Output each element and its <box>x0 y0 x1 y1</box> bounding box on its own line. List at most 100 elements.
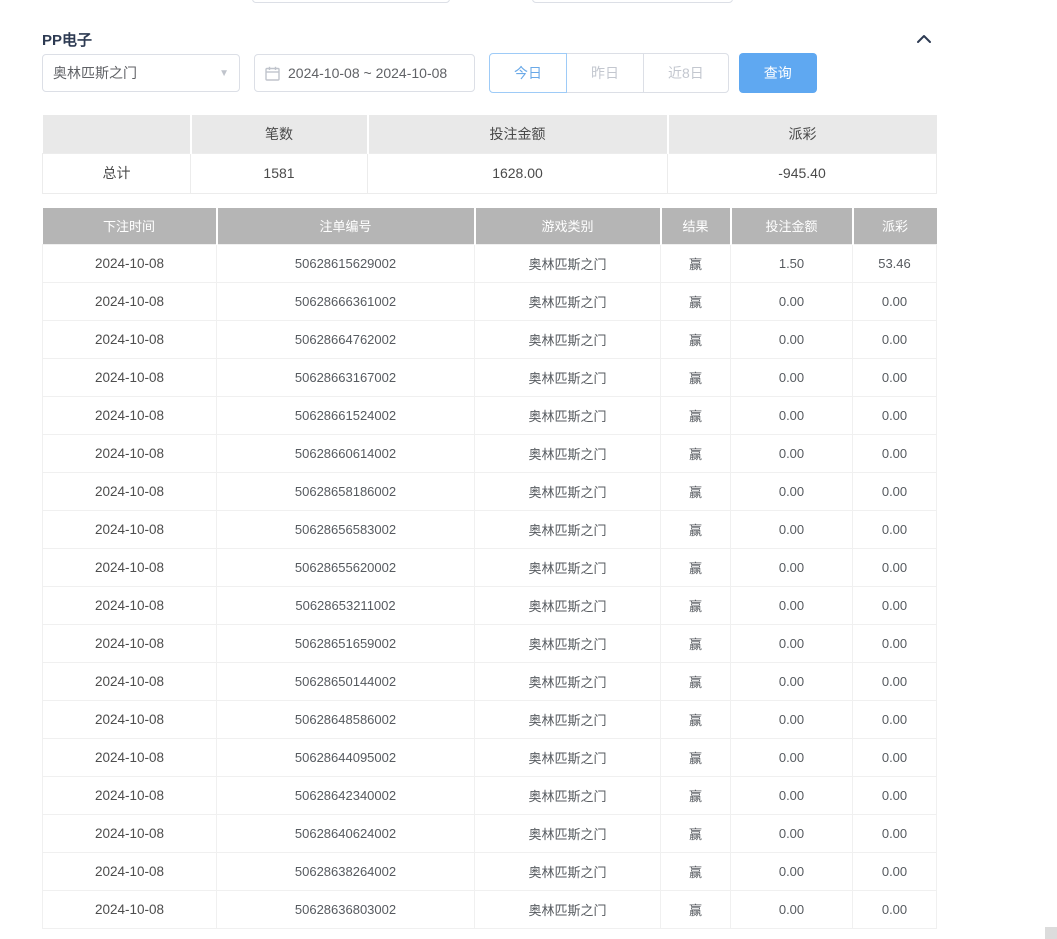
cell-payout: 0.00 <box>853 663 937 701</box>
last-8-days-button[interactable]: 近8日 <box>643 53 729 93</box>
filter-bar: 奥林匹斯之门 ▼ 2024-10-08 ~ 2024-10-08 今日 昨日 近… <box>42 53 936 93</box>
cell-bet-time: 2024-10-08 <box>43 625 217 663</box>
cell-game-type: 奥林匹斯之门 <box>475 435 661 473</box>
cell-payout: 0.00 <box>853 853 937 891</box>
summary-total-label: 总计 <box>43 153 191 193</box>
cell-game-type: 奥林匹斯之门 <box>475 245 661 283</box>
cell-payout: 0.00 <box>853 891 937 929</box>
cell-bet-id: 50628642340002 <box>217 777 475 815</box>
cell-game-type: 奥林匹斯之门 <box>475 283 661 321</box>
cell-bet-time: 2024-10-08 <box>43 397 217 435</box>
cell-payout: 0.00 <box>853 511 937 549</box>
today-button[interactable]: 今日 <box>489 53 567 93</box>
collapse-section-button[interactable] <box>912 27 936 51</box>
cell-bet-amount: 0.00 <box>731 777 853 815</box>
cell-result: 赢 <box>661 853 731 891</box>
cell-bet-time: 2024-10-08 <box>43 891 217 929</box>
cell-bet-id: 50628660614002 <box>217 435 475 473</box>
cell-result: 赢 <box>661 549 731 587</box>
cell-game-type: 奥林匹斯之门 <box>475 701 661 739</box>
chevron-down-icon: ▼ <box>219 68 229 79</box>
cell-game-type: 奥林匹斯之门 <box>475 891 661 929</box>
cell-bet-amount: 0.00 <box>731 815 853 853</box>
cell-result: 赢 <box>661 435 731 473</box>
cell-bet-time: 2024-10-08 <box>43 587 217 625</box>
cell-bet-id: 50628640624002 <box>217 815 475 853</box>
cell-game-type: 奥林匹斯之门 <box>475 739 661 777</box>
summary-header-bet-amount: 投注金额 <box>368 115 668 153</box>
cell-payout: 53.46 <box>853 245 937 283</box>
cell-result: 赢 <box>661 587 731 625</box>
cell-result: 赢 <box>661 473 731 511</box>
header-payout: 派彩 <box>853 208 937 245</box>
cell-bet-amount: 0.00 <box>731 435 853 473</box>
summary-count-value: 1581 <box>191 153 368 193</box>
cell-result: 赢 <box>661 815 731 853</box>
search-button[interactable]: 查询 <box>739 53 817 93</box>
table-row: 2024-10-08 50628651659002 奥林匹斯之门 赢 0.00 … <box>43 625 937 663</box>
cell-bet-id: 50628650144002 <box>217 663 475 701</box>
pp-electronic-section: PP电子 奥林匹斯之门 ▼ 2024-10-08 ~ 2024-10-08 今日… <box>42 0 936 929</box>
cell-result: 赢 <box>661 663 731 701</box>
cell-game-type: 奥林匹斯之门 <box>475 777 661 815</box>
cell-payout: 0.00 <box>853 435 937 473</box>
table-row: 2024-10-08 50628664762002 奥林匹斯之门 赢 0.00 … <box>43 321 937 359</box>
cell-bet-time: 2024-10-08 <box>43 283 217 321</box>
table-row: 2024-10-08 50628663167002 奥林匹斯之门 赢 0.00 … <box>43 359 937 397</box>
cell-bet-amount: 0.00 <box>731 739 853 777</box>
date-range-input[interactable]: 2024-10-08 ~ 2024-10-08 <box>254 54 475 92</box>
cell-result: 赢 <box>661 397 731 435</box>
cell-bet-id: 50628636803002 <box>217 891 475 929</box>
cell-payout: 0.00 <box>853 625 937 663</box>
cell-game-type: 奥林匹斯之门 <box>475 625 661 663</box>
cell-bet-id: 50628663167002 <box>217 359 475 397</box>
cell-result: 赢 <box>661 625 731 663</box>
cell-bet-id: 50628666361002 <box>217 283 475 321</box>
cell-game-type: 奥林匹斯之门 <box>475 397 661 435</box>
game-select-value: 奥林匹斯之门 <box>53 63 137 83</box>
cell-bet-time: 2024-10-08 <box>43 549 217 587</box>
cell-result: 赢 <box>661 321 731 359</box>
table-row: 2024-10-08 50628661524002 奥林匹斯之门 赢 0.00 … <box>43 397 937 435</box>
cell-payout: 0.00 <box>853 587 937 625</box>
cell-bet-id: 50628661524002 <box>217 397 475 435</box>
cell-result: 赢 <box>661 739 731 777</box>
section-header: PP电子 <box>42 0 936 50</box>
cell-game-type: 奥林匹斯之门 <box>475 549 661 587</box>
cell-result: 赢 <box>661 701 731 739</box>
table-row: 2024-10-08 50628638264002 奥林匹斯之门 赢 0.00 … <box>43 853 937 891</box>
cell-bet-id: 50628664762002 <box>217 321 475 359</box>
yesterday-button[interactable]: 昨日 <box>566 53 644 93</box>
cell-result: 赢 <box>661 777 731 815</box>
cell-payout: 0.00 <box>853 739 937 777</box>
cell-bet-id: 50628653211002 <box>217 587 475 625</box>
cell-bet-time: 2024-10-08 <box>43 473 217 511</box>
table-row: 2024-10-08 50628648586002 奥林匹斯之门 赢 0.00 … <box>43 701 937 739</box>
cell-payout: 0.00 <box>853 283 937 321</box>
bet-table-header-row: 下注时间 注单编号 游戏类别 结果 投注金额 派彩 <box>43 208 937 245</box>
cell-bet-time: 2024-10-08 <box>43 435 217 473</box>
table-row: 2024-10-08 50628615629002 奥林匹斯之门 赢 1.50 … <box>43 245 937 283</box>
table-row: 2024-10-08 50628666361002 奥林匹斯之门 赢 0.00 … <box>43 283 937 321</box>
cell-game-type: 奥林匹斯之门 <box>475 511 661 549</box>
summary-header-payout: 派彩 <box>668 115 937 153</box>
cell-result: 赢 <box>661 891 731 929</box>
cell-bet-time: 2024-10-08 <box>43 245 217 283</box>
header-game-type: 游戏类别 <box>475 208 661 245</box>
cell-bet-time: 2024-10-08 <box>43 663 217 701</box>
chevron-up-icon <box>916 32 932 47</box>
cell-payout: 0.00 <box>853 321 937 359</box>
table-row: 2024-10-08 50628656583002 奥林匹斯之门 赢 0.00 … <box>43 511 937 549</box>
summary-bet-amount-value: 1628.00 <box>368 153 668 193</box>
table-row: 2024-10-08 50628653211002 奥林匹斯之门 赢 0.00 … <box>43 587 937 625</box>
cell-bet-amount: 0.00 <box>731 701 853 739</box>
header-result: 结果 <box>661 208 731 245</box>
game-select[interactable]: 奥林匹斯之门 ▼ <box>42 54 240 92</box>
cell-bet-id: 50628615629002 <box>217 245 475 283</box>
cell-bet-amount: 0.00 <box>731 397 853 435</box>
cell-bet-amount: 0.00 <box>731 511 853 549</box>
table-row: 2024-10-08 50628642340002 奥林匹斯之门 赢 0.00 … <box>43 777 937 815</box>
summary-table: 笔数 投注金额 派彩 总计 1581 1628.00 -945.40 <box>42 115 937 194</box>
summary-total-row: 总计 1581 1628.00 -945.40 <box>43 153 937 193</box>
summary-header-row: 笔数 投注金额 派彩 <box>43 115 937 153</box>
